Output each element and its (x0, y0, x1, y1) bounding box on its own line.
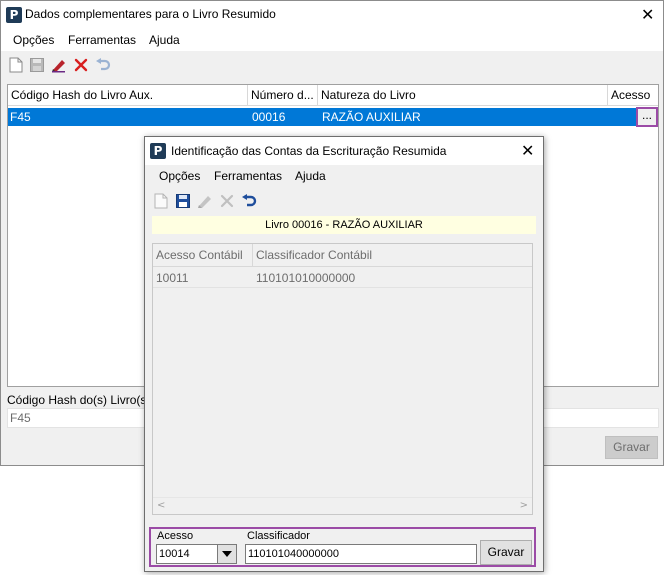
undo-icon[interactable] (95, 57, 111, 73)
new-document-icon[interactable] (153, 193, 169, 209)
contas-dialog: P Identificação das Contas da Escrituraç… (144, 136, 544, 572)
main-toolbar (1, 53, 663, 77)
app-logo-icon: P (150, 143, 166, 159)
edit-icon[interactable] (51, 57, 67, 73)
acesso-input[interactable]: 10014 (156, 544, 218, 564)
contas-grid: Acesso Contábil Classificador Contábil 1… (152, 243, 533, 515)
dialog-menu-ferramentas[interactable]: Ferramentas (214, 169, 282, 183)
menu-opcoes[interactable]: Opções (13, 33, 54, 47)
delete-icon[interactable] (219, 193, 235, 209)
close-icon[interactable]: ✕ (641, 7, 654, 23)
gravar-button[interactable]: Gravar (480, 540, 532, 565)
main-titlebar: P Dados complementares para o Livro Resu… (1, 1, 663, 29)
classificador-label: Classificador (247, 530, 310, 542)
save-icon[interactable] (175, 193, 191, 209)
dialog-close-icon[interactable]: ✕ (521, 143, 534, 159)
col-header-classificador-contabil[interactable]: Classificador Contábil (253, 244, 533, 266)
menu-ferramentas[interactable]: Ferramentas (68, 33, 136, 47)
dialog-title: Identificação das Contas da Escrituração… (171, 144, 447, 158)
gravar-button-disabled[interactable]: Gravar (605, 436, 658, 459)
edit-panel: Acesso 10014 Classificador 1101010400000… (149, 527, 536, 567)
col-header-numero[interactable]: Número d... (248, 85, 318, 105)
main-menubar: Opções Ferramentas Ajuda (1, 29, 663, 51)
cell-acesso-contabil: 10011 (156, 271, 189, 285)
save-icon[interactable] (29, 57, 45, 73)
scroll-left-icon[interactable]: < (157, 500, 165, 511)
horizontal-scrollbar[interactable]: < > (153, 497, 532, 514)
cell-classificador-contabil: 110101010000000 (256, 271, 356, 285)
col-header-acesso-contabil[interactable]: Acesso Contábil (153, 244, 253, 266)
window-title: Dados complementares para o Livro Resumi… (25, 7, 276, 21)
dialog-menubar: Opções Ferramentas Ajuda (145, 165, 543, 187)
col-header-natureza[interactable]: Natureza do Livro (318, 85, 608, 105)
dialog-menu-opcoes[interactable]: Opções (159, 169, 200, 183)
cell-numero: 00016 (252, 110, 286, 124)
dialog-toolbar (145, 189, 543, 213)
table-row[interactable]: 10011 110101010000000 (153, 268, 532, 288)
delete-icon[interactable] (73, 57, 89, 73)
acesso-ellipsis-button[interactable]: ... (636, 107, 658, 127)
acesso-dropdown-button[interactable] (217, 544, 237, 564)
acesso-label: Acesso (157, 530, 194, 542)
classificador-input[interactable]: 110101040000000 (245, 544, 477, 564)
undo-icon[interactable] (241, 193, 257, 209)
contas-grid-header: Acesso Contábil Classificador Contábil (153, 244, 532, 267)
app-logo-icon: P (6, 7, 22, 23)
scroll-right-icon[interactable]: > (520, 500, 528, 511)
col-header-acesso[interactable]: Acesso (608, 85, 660, 105)
cell-hash: F45 (10, 110, 31, 124)
table-row[interactable]: F45 00016 RAZÃO AUXILIAR (8, 108, 658, 126)
livro-banner: Livro 00016 - RAZÃO AUXILIAR (152, 216, 536, 234)
grid-header: Código Hash do Livro Aux. Número d... Na… (8, 85, 658, 106)
col-header-hash[interactable]: Código Hash do Livro Aux. (8, 85, 248, 105)
chevron-down-icon (222, 551, 232, 557)
menu-ajuda[interactable]: Ajuda (149, 33, 180, 47)
dialog-menu-ajuda[interactable]: Ajuda (295, 169, 326, 183)
edit-icon[interactable] (197, 193, 213, 209)
cell-natureza: RAZÃO AUXILIAR (322, 110, 421, 124)
dialog-titlebar: P Identificação das Contas da Escrituraç… (145, 137, 543, 165)
new-document-icon[interactable] (8, 57, 24, 73)
